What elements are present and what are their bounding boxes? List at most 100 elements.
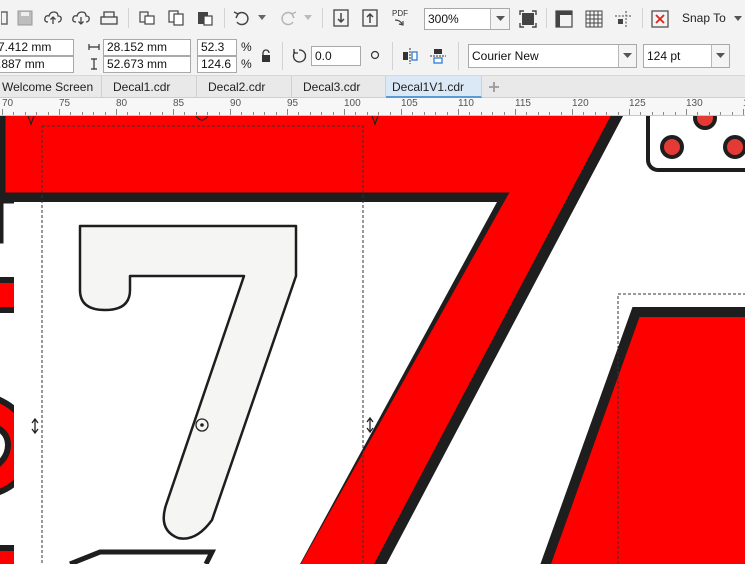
- tab-welcome-screen[interactable]: Welcome Screen: [0, 76, 102, 98]
- tab-decal2[interactable]: Decal2.cdr: [197, 76, 292, 98]
- toolbar-partial-icon[interactable]: [0, 8, 10, 28]
- ruler-tick: [401, 109, 402, 115]
- zoom-dropdown-icon[interactable]: [490, 9, 509, 29]
- tab-decal1[interactable]: Decal1.cdr: [102, 76, 197, 98]
- bottom-outline-shape: [69, 549, 217, 564]
- ruler-tick: [104, 112, 106, 115]
- ruler-tick: [458, 109, 459, 115]
- full-screen-preview-icon[interactable]: [516, 8, 540, 30]
- ruler-tick: [537, 112, 539, 115]
- position-x-value: 7.412 mm: [0, 40, 52, 54]
- ruler-tick: [81, 112, 83, 115]
- position-y-value: .887 mm: [0, 57, 45, 71]
- ruler-tick: [59, 109, 60, 115]
- tab-decal1v1[interactable]: Decal1V1.cdr: [386, 76, 482, 98]
- ruler-tick: [116, 109, 117, 115]
- save-icon[interactable]: [14, 8, 36, 28]
- object-height-value: 52.673 mm: [107, 57, 168, 71]
- ruler-label: 70: [2, 98, 14, 109]
- ruler-tick: [446, 112, 448, 115]
- ruler-tick: [287, 109, 288, 115]
- ruler-tick: [708, 112, 710, 115]
- export-icon[interactable]: [359, 8, 381, 28]
- ruler-tick: [389, 112, 391, 115]
- tab-decal3[interactable]: Decal3.cdr: [292, 76, 386, 98]
- snap-to-label[interactable]: Snap To: [682, 11, 726, 25]
- ruler-tick: [309, 112, 311, 115]
- ruler-tick: [629, 109, 630, 115]
- ruler-label: 80: [116, 98, 128, 109]
- ruler-tick: [469, 112, 471, 115]
- cloud-upload-icon[interactable]: [42, 8, 64, 28]
- ruler-tick: [344, 109, 345, 115]
- ruler-tick: [321, 112, 323, 115]
- lock-ratio-icon[interactable]: [259, 48, 273, 64]
- ruler-tick: [674, 112, 676, 115]
- font-list-dropdown-icon[interactable]: [618, 45, 636, 67]
- cloud-download-icon[interactable]: [70, 8, 92, 28]
- ruler-tick: [480, 112, 482, 115]
- ruler-label: 105: [401, 98, 418, 109]
- copy-icon[interactable]: [165, 8, 187, 28]
- ruler-tick: [161, 112, 163, 115]
- redo-icon[interactable]: [276, 8, 300, 28]
- paste-icon[interactable]: [194, 8, 216, 28]
- show-rulers-icon[interactable]: [552, 8, 576, 30]
- pdf-label: PDF: [392, 8, 408, 18]
- ruler-tick: [663, 112, 665, 115]
- drawing-canvas[interactable]: [0, 116, 745, 564]
- ruler-tick: [218, 112, 220, 115]
- decal-artwork: [0, 116, 745, 564]
- position-y-field[interactable]: .887 mm: [0, 56, 74, 73]
- new-tab-plus-icon[interactable]: [484, 77, 504, 97]
- ruler-tick: [332, 112, 334, 115]
- ruler-tick: [150, 112, 152, 115]
- ruler-tick: [378, 112, 380, 115]
- ruler-tick: [207, 112, 209, 115]
- show-grid-icon[interactable]: [582, 8, 606, 30]
- standard-toolbar: PDF 300% Snap To: [0, 0, 745, 36]
- font-size-dropdown-icon[interactable]: [711, 45, 729, 67]
- publish-pdf-button[interactable]: PDF: [387, 7, 413, 29]
- ruler-label: 95: [287, 98, 299, 109]
- ruler-tick: [275, 112, 277, 115]
- ruler-tick: [93, 112, 95, 115]
- ruler-tick: [720, 112, 722, 115]
- ruler-tick: [731, 112, 733, 115]
- mirror-vertical-icon[interactable]: [428, 46, 448, 66]
- red-right-stripe: [540, 307, 745, 564]
- zoom-level-value: 300%: [428, 12, 459, 26]
- ruler-tick: [264, 112, 266, 115]
- scale-y-field[interactable]: 124.6: [197, 56, 237, 73]
- horizontal-ruler[interactable]: 70758085909510010511011512012513013: [0, 98, 745, 116]
- rotation-angle-field[interactable]: 0.0: [311, 46, 361, 66]
- mirror-horizontal-icon[interactable]: [400, 46, 420, 66]
- snap-off-icon[interactable]: [648, 8, 672, 30]
- ruler-label: 110: [458, 98, 474, 109]
- undo-icon[interactable]: [230, 8, 254, 28]
- snap-to-dropdown-icon[interactable]: [732, 8, 744, 30]
- degree-icon: [368, 48, 382, 62]
- object-width-field[interactable]: 28.152 mm: [103, 39, 191, 56]
- print-icon[interactable]: [98, 8, 120, 28]
- position-x-field[interactable]: 7.412 mm: [0, 39, 74, 56]
- cut-icon[interactable]: [136, 8, 158, 28]
- ruler-tick: [298, 112, 300, 115]
- scale-x-unit: %: [241, 40, 252, 54]
- ruler-tick: [355, 112, 357, 115]
- show-guidelines-icon[interactable]: [611, 8, 635, 30]
- undo-dropdown-icon[interactable]: [256, 8, 268, 28]
- ruler-tick: [412, 112, 414, 115]
- pdf-arrow-icon: [394, 18, 404, 26]
- ruler-tick: [184, 112, 186, 115]
- scale-x-field[interactable]: 52.3: [197, 39, 237, 56]
- font-list-field[interactable]: Courier New: [468, 44, 637, 68]
- ruler-tick: [583, 112, 585, 115]
- object-height-field[interactable]: 52.673 mm: [103, 56, 191, 73]
- object-width-value: 28.152 mm: [107, 40, 168, 54]
- import-icon[interactable]: [330, 8, 352, 28]
- redo-dropdown-icon[interactable]: [302, 8, 314, 28]
- ruler-label: 85: [173, 98, 185, 109]
- rotate-icon: [290, 47, 308, 65]
- ruler-tick: [366, 112, 368, 115]
